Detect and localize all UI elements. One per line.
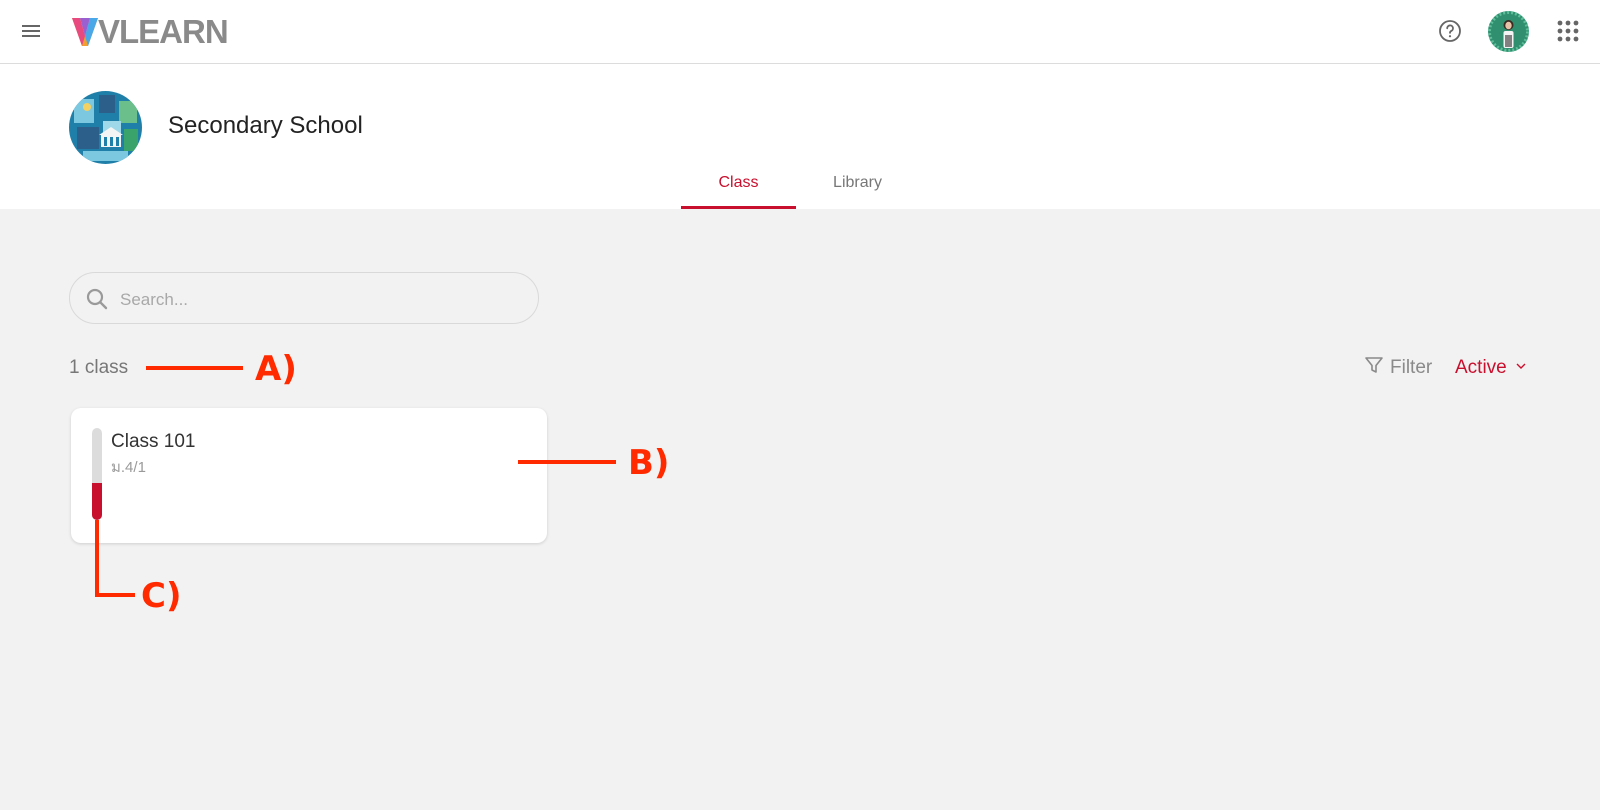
annotation-a-line xyxy=(146,366,243,370)
logo-v-mark-icon xyxy=(72,18,98,46)
filter-button[interactable]: Filter xyxy=(1364,355,1432,380)
class-progress-fill xyxy=(92,483,102,520)
logo-text: VLEARN xyxy=(98,13,229,50)
school-header: Secondary School Class Library xyxy=(0,64,1600,209)
hamburger-menu-icon[interactable] xyxy=(20,20,42,42)
chevron-down-icon xyxy=(1515,359,1527,377)
annotation-c-line-horizontal xyxy=(95,593,135,597)
annotation-c-label: C) xyxy=(141,576,182,616)
status-dropdown[interactable]: Active xyxy=(1455,356,1527,380)
search-icon xyxy=(85,287,109,311)
filter-label: Filter xyxy=(1390,356,1433,378)
annotation-b-line xyxy=(518,460,616,464)
status-value: Active xyxy=(1455,357,1507,378)
help-circle-icon[interactable] xyxy=(1438,19,1462,43)
class-progress-bar xyxy=(92,428,102,520)
tab-class[interactable]: Class xyxy=(681,171,796,209)
annotation-a-label: A) xyxy=(255,349,297,389)
class-count: 1 class xyxy=(69,357,129,378)
apps-grid-icon[interactable] xyxy=(1556,19,1580,43)
search-input[interactable] xyxy=(118,285,522,315)
vlearn-logo[interactable]: VLEARN xyxy=(72,13,229,50)
school-logo xyxy=(69,91,142,164)
top-bar: VLEARN xyxy=(0,0,1600,64)
search-box xyxy=(69,272,539,324)
class-name: Class 101 xyxy=(111,431,196,452)
class-subtitle: ม.4/1 xyxy=(111,459,146,476)
user-avatar[interactable] xyxy=(1488,11,1529,52)
tab-library[interactable]: Library xyxy=(810,171,905,209)
annotation-b-label: B) xyxy=(628,443,670,483)
school-name: Secondary School xyxy=(168,112,363,139)
annotation-c-line-vertical xyxy=(95,520,99,597)
filter-funnel-icon xyxy=(1364,355,1384,380)
class-card[interactable]: Class 101 ม.4/1 xyxy=(71,408,547,543)
